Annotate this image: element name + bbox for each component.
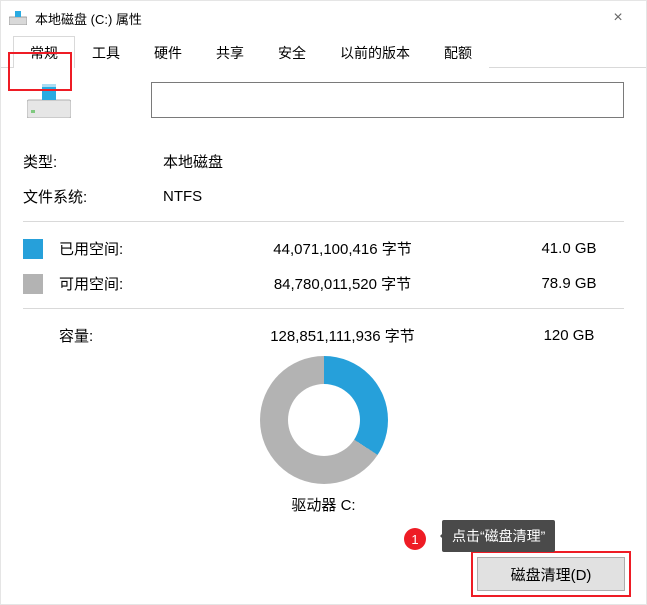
tab-previous[interactable]: 以前的版本 <box>323 36 427 68</box>
used-bytes: 44,071,100,416 字节 <box>171 238 514 259</box>
volume-name-input[interactable] <box>151 82 624 118</box>
free-swatch <box>23 274 43 294</box>
tab-tools[interactable]: 工具 <box>75 36 137 68</box>
drive-large-icon <box>27 84 71 123</box>
used-swatch <box>23 239 43 259</box>
free-label: 可用空间: <box>59 273 171 294</box>
tab-general[interactable]: 常规 <box>13 36 75 68</box>
tab-sharing[interactable]: 共享 <box>199 36 261 68</box>
disk-cleanup-button[interactable]: 磁盘清理(D) <box>477 557 625 591</box>
capacity-bytes: 128,851,111,936 字节 <box>171 325 514 346</box>
used-label: 已用空间: <box>59 238 171 259</box>
window-title: 本地磁盘 (C:) 属性 <box>35 9 598 28</box>
divider <box>23 221 624 222</box>
tab-quota[interactable]: 配额 <box>427 36 489 68</box>
filesystem-value: NTFS <box>163 188 202 205</box>
free-human: 78.9 GB <box>514 275 624 292</box>
properties-window: 本地磁盘 (C:) 属性 × 常规 工具 硬件 共享 安全 以前的版本 配额 类… <box>0 0 647 605</box>
drive-label: 驱动器 C: <box>291 497 355 514</box>
tab-panel-general: 类型: 本地磁盘 文件系统: NTFS 已用空间: 44,071,100,416… <box>1 68 646 515</box>
close-icon[interactable]: × <box>598 9 638 27</box>
used-human: 41.0 GB <box>514 240 624 257</box>
capacity-label: 容量: <box>59 325 171 346</box>
titlebar: 本地磁盘 (C:) 属性 × <box>1 1 646 35</box>
annotation-step-badge: 1 <box>404 528 426 550</box>
tab-hardware[interactable]: 硬件 <box>137 36 199 68</box>
tab-security[interactable]: 安全 <box>261 36 323 68</box>
capacity-human: 120 GB <box>514 327 624 344</box>
divider <box>23 308 624 309</box>
type-label: 类型: <box>23 151 163 172</box>
filesystem-label: 文件系统: <box>23 186 163 207</box>
free-bytes: 84,780,011,520 字节 <box>171 273 514 294</box>
usage-pie-chart <box>260 356 388 484</box>
type-value: 本地磁盘 <box>163 151 223 172</box>
tab-strip: 常规 工具 硬件 共享 安全 以前的版本 配额 <box>1 35 646 68</box>
drive-icon <box>9 11 27 25</box>
annotation-tooltip: 点击“磁盘清理” <box>442 520 555 552</box>
